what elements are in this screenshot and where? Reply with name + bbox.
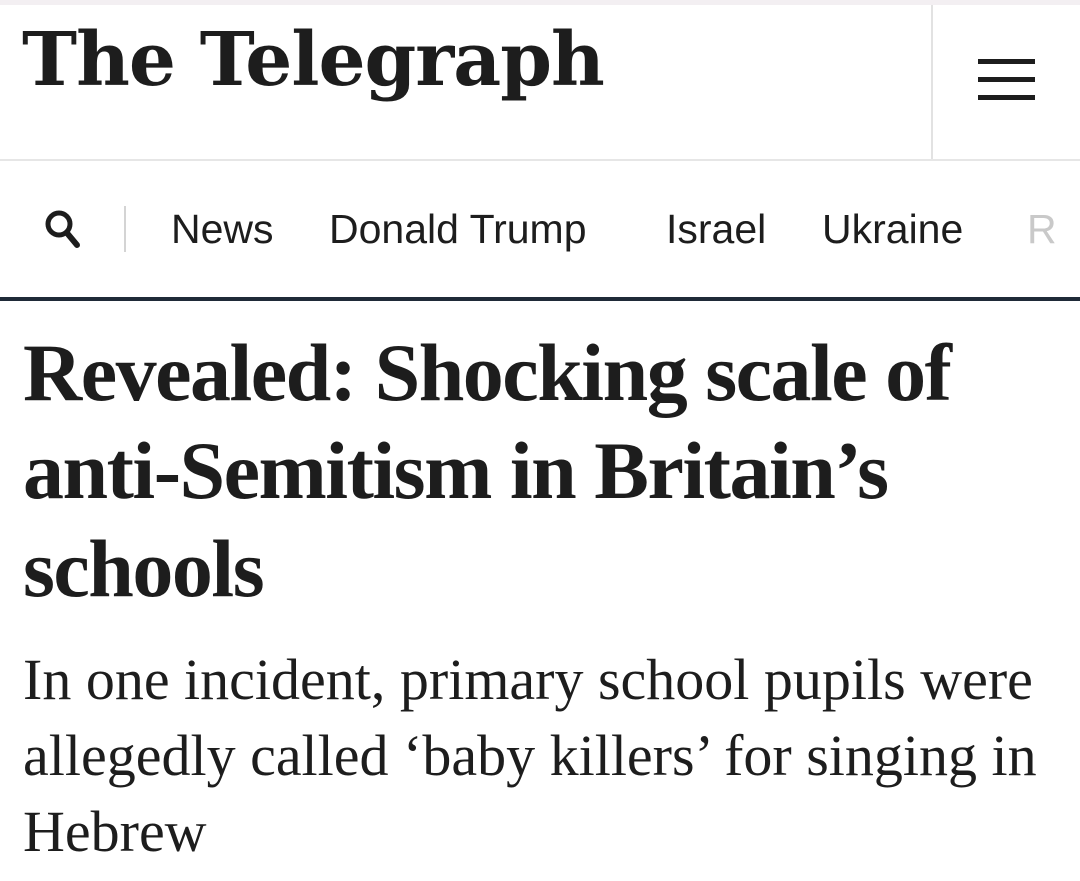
article-standfirst: In one incident, primary school pupils w…	[23, 647, 1037, 864]
nav-item-overflow[interactable]: R	[1027, 201, 1057, 257]
section-nav: News Donald Trump Israel Ukraine R	[0, 161, 1080, 298]
nav-item-news[interactable]: News	[171, 201, 274, 257]
nav-item-israel[interactable]: Israel	[666, 201, 766, 257]
search-icon	[45, 210, 80, 248]
menu-button[interactable]	[933, 5, 1080, 159]
nav-item-ukraine[interactable]: Ukraine	[822, 201, 963, 257]
nav-item-donald-trump[interactable]: Donald Trump	[329, 201, 587, 257]
article-headline[interactable]: Revealed: Shocking scale of anti-Semitis…	[23, 324, 1063, 618]
nav-bottom-rule	[0, 297, 1080, 301]
masthead: The Telegraph	[0, 5, 1080, 161]
nav-separator	[124, 206, 126, 252]
telegraph-logo[interactable]: The Telegraph	[22, 23, 605, 97]
search-button[interactable]	[40, 205, 86, 251]
